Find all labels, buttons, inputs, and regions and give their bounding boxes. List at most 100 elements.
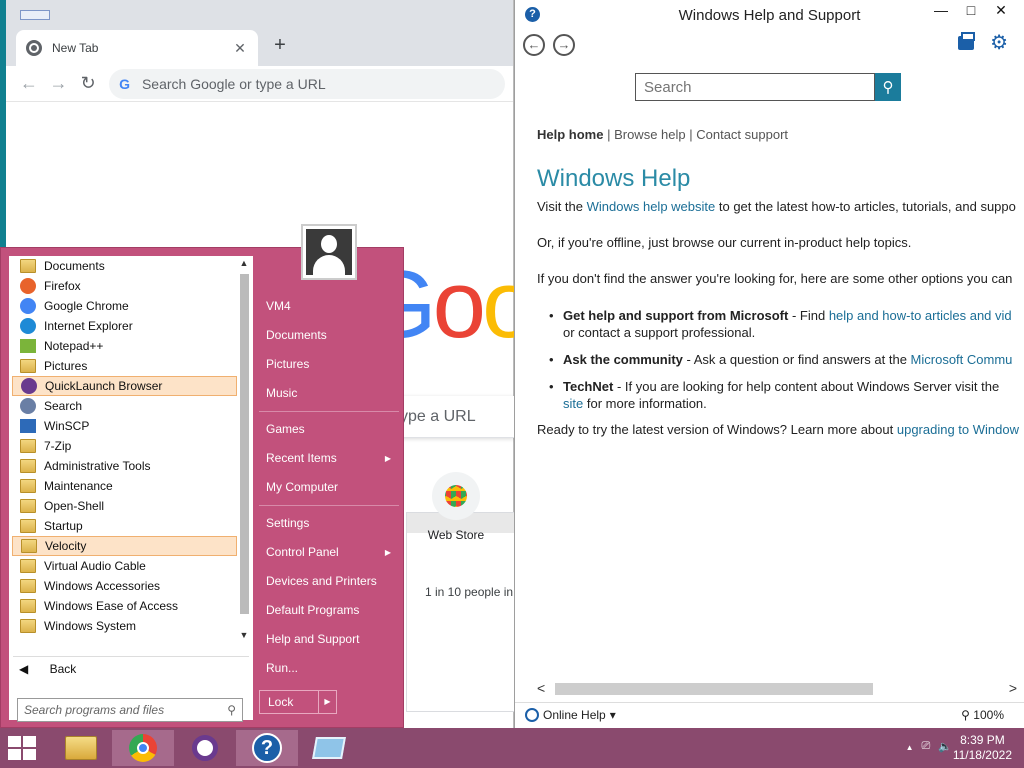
- start-menu-item[interactable]: Games: [259, 415, 399, 444]
- program-item[interactable]: Google Chrome: [12, 296, 237, 316]
- start-menu-item[interactable]: Default Programs: [259, 596, 399, 625]
- start-menu-item[interactable]: Documents: [259, 321, 399, 350]
- program-item[interactable]: QuickLaunch Browser: [12, 376, 237, 396]
- help-search-input[interactable]: [635, 73, 875, 101]
- user-avatar[interactable]: [301, 224, 357, 280]
- help-titlebar: ? Windows Help and Support — □ ✕: [515, 0, 1024, 30]
- scroll-left-icon[interactable]: <: [537, 680, 545, 696]
- close-button[interactable]: ✕: [986, 2, 1016, 22]
- start-menu-item-label: Devices and Printers: [266, 574, 377, 588]
- program-item[interactable]: Maintenance: [12, 476, 237, 496]
- google-icon: G: [119, 75, 130, 92]
- start-menu-item-label: Default Programs: [266, 603, 360, 617]
- program-item[interactable]: Startup: [12, 516, 237, 536]
- forward-button[interactable]: →: [44, 73, 74, 94]
- online-help-menu[interactable]: Online Help ▾: [525, 708, 616, 722]
- back-arrow-icon[interactable]: ←: [523, 34, 545, 56]
- maximize-button[interactable]: □: [956, 2, 986, 22]
- program-item[interactable]: Internet Explorer: [12, 316, 237, 336]
- minimize-button[interactable]: —: [926, 2, 956, 22]
- browse-help-link[interactable]: Browse help: [614, 127, 686, 142]
- start-menu-item[interactable]: Control Panel ▶: [259, 538, 399, 567]
- start-menu-item[interactable]: Recent Items ▶: [259, 444, 399, 473]
- program-label: QuickLaunch Browser: [45, 379, 163, 393]
- desktop-icon[interactable]: [20, 10, 50, 20]
- start-menu-item-label: VM4: [266, 299, 291, 313]
- horizontal-scrollbar[interactable]: < >: [537, 680, 1017, 696]
- help-articles-link[interactable]: help and how-to articles and vid: [829, 308, 1012, 323]
- program-item[interactable]: Search: [12, 396, 237, 416]
- search-button[interactable]: ⚲: [875, 73, 901, 101]
- help-links: Help home | Browse help | Contact suppor…: [537, 127, 788, 142]
- program-item[interactable]: WinSCP: [12, 416, 237, 436]
- start-menu-item[interactable]: Run...: [259, 654, 399, 683]
- tab-new-tab[interactable]: New Tab ✕: [16, 30, 258, 66]
- folder-icon: [20, 359, 36, 373]
- network-icon[interactable]: ⎚: [921, 740, 930, 756]
- back-button[interactable]: ←: [14, 73, 44, 94]
- program-item[interactable]: Firefox: [12, 276, 237, 296]
- windows-start-icon[interactable]: [8, 736, 38, 760]
- reload-button[interactable]: ↻: [73, 73, 103, 94]
- program-item[interactable]: Pictures: [12, 356, 237, 376]
- help-home-link[interactable]: Help home: [537, 127, 603, 142]
- volume-icon[interactable]: 🔈: [938, 740, 952, 756]
- program-item[interactable]: 7-Zip: [12, 436, 237, 456]
- gear-icon[interactable]: ⚙: [990, 33, 1008, 53]
- scroll-down-icon[interactable]: ▼: [237, 630, 251, 644]
- scroll-thumb[interactable]: [555, 683, 873, 695]
- start-menu-item[interactable]: Devices and Printers: [259, 567, 399, 596]
- start-search-placeholder: Search programs and files: [24, 703, 165, 717]
- lock-button[interactable]: Lock ▶: [259, 690, 337, 714]
- taskbar-help[interactable]: ?: [236, 730, 298, 766]
- program-item[interactable]: Windows Accessories: [12, 576, 237, 596]
- shortcut-web-store[interactable]: Web Store: [416, 472, 496, 542]
- taskbar-quicklaunch[interactable]: [174, 730, 236, 766]
- taskbar-file-explorer[interactable]: [50, 730, 112, 766]
- program-item[interactable]: Documents: [12, 256, 237, 276]
- programs-scrollbar[interactable]: ▲ ▼: [237, 258, 251, 644]
- start-menu-item-label: Music: [266, 386, 298, 400]
- address-bar[interactable]: G Search Google or type a URL: [109, 68, 506, 99]
- start-menu-item[interactable]: My Computer: [259, 473, 399, 502]
- tab-close-icon[interactable]: ✕: [232, 40, 248, 57]
- program-item[interactable]: Open-Shell: [12, 496, 237, 516]
- taskbar-virtual-desktop[interactable]: [298, 730, 360, 766]
- lock-options-arrow-icon[interactable]: ▶: [318, 691, 336, 713]
- program-item[interactable]: Windows Ease of Access: [12, 596, 237, 616]
- paragraph: Ready to try the latest version of Windo…: [537, 422, 1019, 437]
- upgrade-link[interactable]: upgrading to Window: [897, 422, 1019, 437]
- scroll-thumb[interactable]: [240, 274, 249, 614]
- divider: [259, 411, 399, 412]
- zoom-control[interactable]: ⚲ 100%: [961, 708, 1004, 722]
- taskbar-chrome[interactable]: [112, 730, 174, 766]
- web-store-icon: [432, 472, 480, 520]
- start-menu-item[interactable]: Help and Support: [259, 625, 399, 654]
- print-icon[interactable]: [958, 32, 975, 50]
- scroll-right-icon[interactable]: >: [1009, 680, 1017, 696]
- start-menu-item[interactable]: Settings: [259, 509, 399, 538]
- forward-arrow-icon[interactable]: →: [553, 34, 575, 56]
- program-label: Startup: [44, 519, 83, 533]
- start-search-input[interactable]: Search programs and files ⚲: [17, 698, 243, 722]
- start-menu-item[interactable]: Music: [259, 379, 399, 408]
- ntp-search-box[interactable]: ype a URL: [386, 396, 514, 438]
- program-item[interactable]: Notepad++: [12, 336, 237, 356]
- contact-support-link[interactable]: Contact support: [696, 127, 788, 142]
- app-icon: [20, 278, 36, 294]
- start-menu-item[interactable]: VM4: [259, 292, 399, 321]
- program-item[interactable]: Administrative Tools: [12, 456, 237, 476]
- scroll-up-icon[interactable]: ▲: [237, 258, 251, 272]
- start-menu-item[interactable]: Pictures: [259, 350, 399, 379]
- program-item[interactable]: Velocity: [12, 536, 237, 556]
- new-tab-button[interactable]: +: [268, 34, 292, 57]
- program-item[interactable]: Windows System: [12, 616, 237, 636]
- taskbar-clock[interactable]: 8:39 PM 11/18/2022: [953, 733, 1012, 763]
- tray-expand-icon[interactable]: ▲: [906, 740, 914, 756]
- windows-help-website-link[interactable]: Windows help website: [587, 199, 716, 214]
- community-link[interactable]: Microsoft Commu: [911, 352, 1013, 367]
- technet-site-link[interactable]: site: [563, 396, 583, 411]
- program-label: Maintenance: [44, 479, 113, 493]
- program-item[interactable]: Virtual Audio Cable: [12, 556, 237, 576]
- back-button[interactable]: ◀ Back: [19, 662, 76, 676]
